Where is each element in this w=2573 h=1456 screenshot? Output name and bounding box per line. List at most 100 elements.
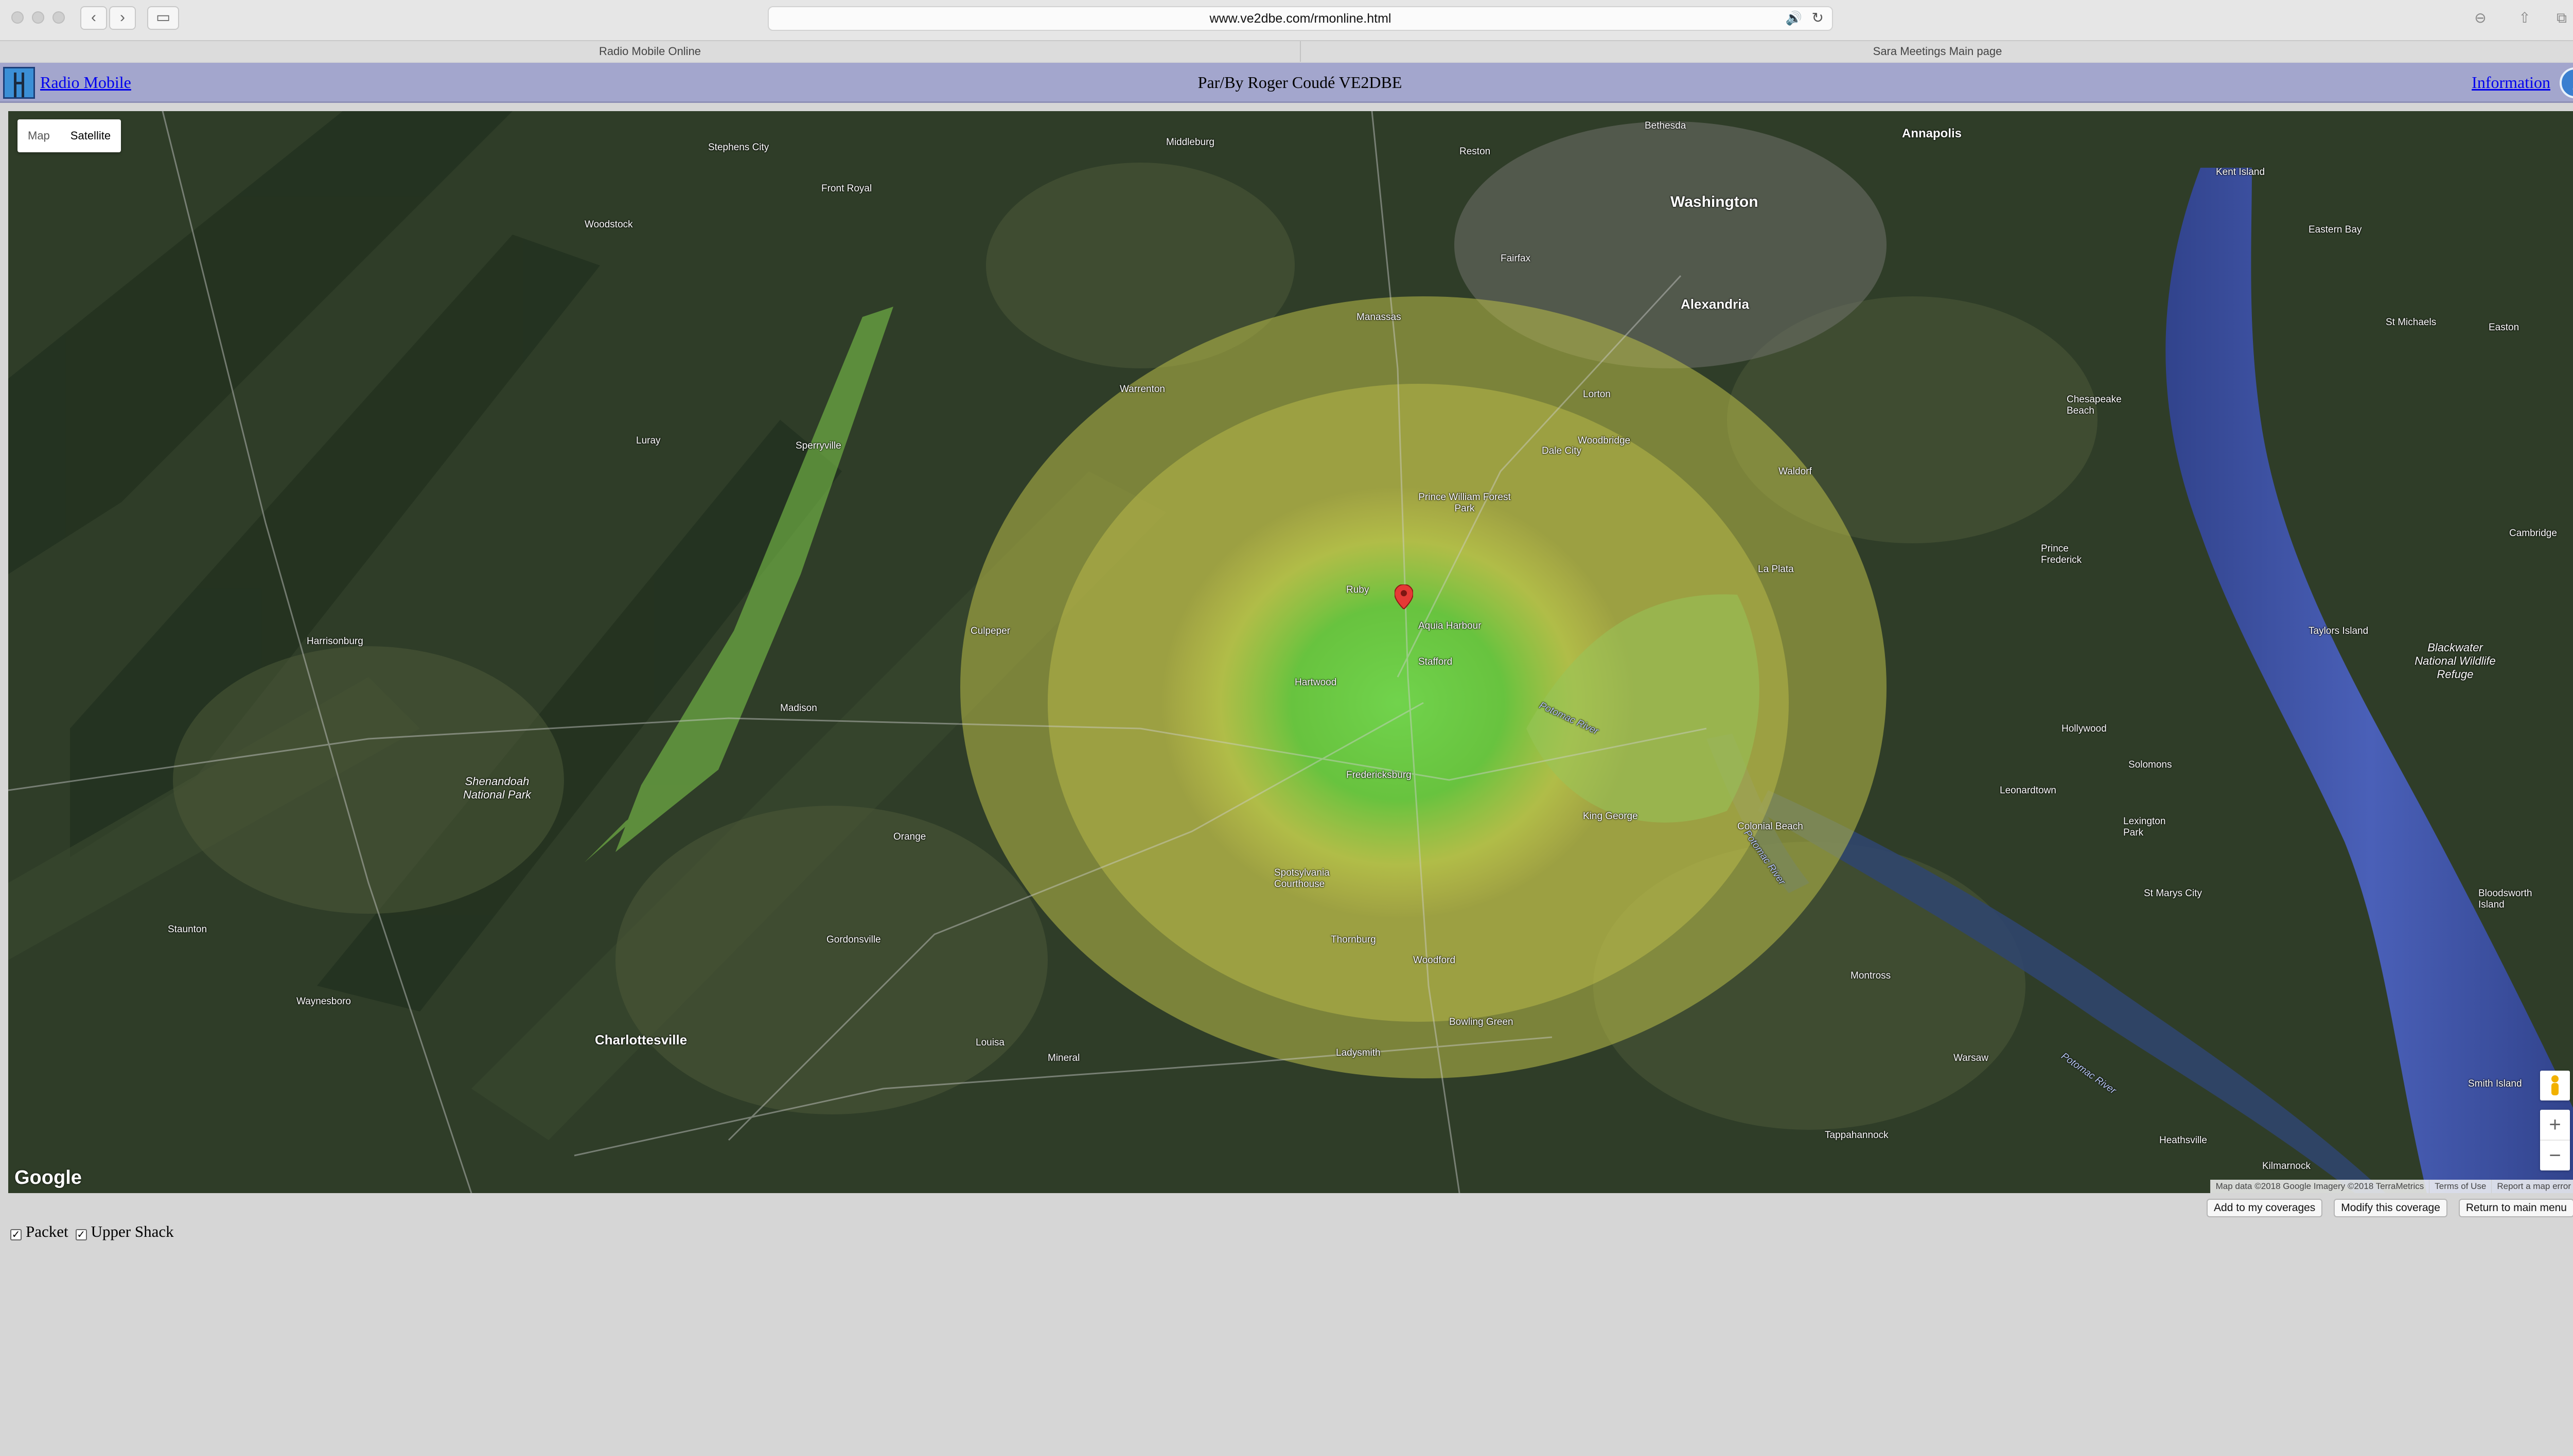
radio-mobile-link[interactable]: Radio Mobile [40, 73, 131, 92]
place-label: Reston [1459, 146, 1491, 157]
map-type-map-button[interactable]: Map [17, 119, 60, 152]
coverage-layers: ✓ Packet ✓ Upper Shack [10, 1222, 174, 1241]
chevron-right-icon: › [120, 9, 125, 26]
back-button[interactable]: ‹ [80, 6, 107, 30]
place-label: St Marys City [2144, 888, 2202, 899]
place-label: La Plata [1758, 564, 1794, 575]
map-attribution: Map data ©2018 Google Imagery ©2018 Terr… [2210, 1180, 2573, 1193]
place-label: Bloodsworth Island [2478, 888, 2532, 910]
tab-overview-icon[interactable]: ⧉ [2550, 7, 2573, 29]
place-label: St Michaels [2386, 317, 2437, 328]
zoom-in-button[interactable]: + [2540, 1110, 2570, 1140]
information-link[interactable]: Information [2472, 73, 2550, 92]
tab-radio-mobile-online[interactable]: Radio Mobile Online [0, 41, 1301, 62]
browser-toolbar: ‹ › ▭ www.ve2dbe.com/rmonline.html 🔊 ↻ ⊖… [0, 0, 2573, 62]
place-label: Middleburg [1166, 137, 1214, 148]
place-label: Taylors Island [2308, 626, 2369, 636]
sidebar-icon: ▭ [155, 9, 171, 26]
place-label: Warrenton [1120, 384, 1165, 395]
place-label: Thornburg [1331, 934, 1376, 945]
place-label: Tappahannock [1825, 1130, 1889, 1141]
add-to-my-coverages-button[interactable]: Add to my coverages [2207, 1199, 2323, 1217]
terms-of-use-link[interactable]: Terms of Use [2429, 1180, 2491, 1193]
place-label: Smith Island [2468, 1078, 2522, 1089]
place-label: Fredericksburg [1346, 770, 1412, 780]
address-bar[interactable]: www.ve2dbe.com/rmonline.html 🔊 ↻ [768, 6, 1833, 31]
tab-bar: Radio Mobile Online Sara Meetings Main p… [0, 40, 2573, 62]
zoom-out-button[interactable]: − [2540, 1140, 2570, 1169]
sidebar-button[interactable]: ▭ [147, 6, 179, 30]
layer-packet[interactable]: ✓ Packet [10, 1222, 68, 1241]
place-label: Waldorf [1778, 466, 1812, 477]
tab-sara-meetings[interactable]: Sara Meetings Main page [1302, 41, 2573, 62]
place-label: Kilmarnock [2262, 1161, 2311, 1171]
radio-tower-logo[interactable] [3, 67, 35, 99]
report-map-error-link[interactable]: Report a map error [2491, 1180, 2573, 1193]
tower-icon [14, 73, 24, 97]
forward-button[interactable]: › [109, 6, 136, 30]
place-label: Gordonsville [826, 934, 881, 945]
modify-coverage-button[interactable]: Modify this coverage [2334, 1199, 2447, 1217]
map-type-control: Map Satellite [17, 119, 121, 152]
page-author: Par/By Roger Coudé VE2DBE [1197, 73, 1402, 92]
place-label: Heathsville [2159, 1135, 2207, 1146]
coverage-map[interactable]: Map Satellite Washington Alexandria Rest… [8, 111, 2573, 1193]
information-icon[interactable]: i [2560, 67, 2573, 98]
place-label: Ladysmith [1336, 1047, 1381, 1058]
place-label: Woodbridge [1578, 435, 1631, 446]
place-label: Hollywood [2061, 723, 2107, 734]
zoom-window-icon[interactable] [52, 11, 65, 24]
layer-label: Upper Shack [91, 1222, 174, 1240]
page-header: Radio Mobile Par/By Roger Coudé VE2DBE I… [0, 63, 2573, 103]
place-label: Colonial Beach [1737, 821, 1803, 832]
place-label: King George [1583, 811, 1638, 822]
downloads-icon[interactable]: ⊖ [2469, 7, 2492, 29]
map-data-credit: Map data ©2018 Google Imagery ©2018 Terr… [2210, 1180, 2429, 1193]
place-label: Louisa [976, 1037, 1004, 1048]
park-label: Prince William Forest Park [1418, 492, 1511, 514]
park-label: Blackwater National Wildlife Refuge [2415, 641, 2496, 681]
map-type-satellite-button[interactable]: Satellite [60, 119, 121, 152]
place-label: Woodstock [585, 219, 633, 230]
place-label: Solomons [2128, 759, 2172, 770]
place-label: Aquia Harbour [1418, 620, 1482, 631]
checkbox-upper-shack[interactable]: ✓ [75, 1229, 87, 1240]
reload-icon[interactable]: ↻ [1812, 9, 1824, 26]
place-label: Easton [2489, 322, 2519, 333]
zoom-control: + − [2540, 1110, 2570, 1170]
place-label: Bethesda [1645, 120, 1686, 131]
place-label: Leonardtown [2000, 785, 2056, 796]
place-label: Stephens City [708, 142, 769, 153]
place-label: Hartwood [1295, 677, 1337, 688]
place-label: Lorton [1583, 389, 1611, 400]
place-label: Charlottesville [595, 1032, 688, 1047]
place-label: Cambridge [2509, 528, 2557, 539]
coverage-actions: Add to my coverages Modify this coverage… [2207, 1199, 2573, 1217]
checkbox-packet[interactable]: ✓ [10, 1229, 22, 1240]
place-label: Mineral [1048, 1053, 1080, 1063]
place-label: Chesapeake Beach [2067, 394, 2122, 416]
place-label: Lexington Park [2123, 816, 2166, 838]
place-label: Manassas [1356, 312, 1401, 323]
chevron-left-icon: ‹ [91, 9, 96, 26]
speaker-icon[interactable]: 🔊 [1786, 10, 1802, 26]
park-label: Shenandoah National Park [463, 775, 532, 801]
place-label: Harrisonburg [307, 636, 363, 647]
layer-upper-shack[interactable]: ✓ Upper Shack [75, 1222, 174, 1241]
close-window-icon[interactable] [11, 11, 24, 24]
place-label: Eastern Bay [2308, 224, 2362, 235]
place-label: Ruby [1346, 584, 1369, 595]
place-label: Kent Island [2216, 167, 2265, 177]
place-label: Front Royal [821, 183, 872, 194]
place-label: Fairfax [1501, 253, 1531, 264]
transmitter-marker-icon[interactable] [1395, 584, 1413, 609]
share-icon[interactable]: ⇧ [2513, 7, 2536, 29]
place-label: Woodford [1413, 955, 1456, 966]
tab-title: Radio Mobile Online [598, 45, 701, 58]
place-label: Prince Frederick [2041, 543, 2082, 565]
place-label: Madison [780, 703, 817, 714]
return-to-main-menu-button[interactable]: Return to main menu [2458, 1199, 2573, 1217]
minimize-window-icon[interactable] [32, 11, 44, 24]
place-label: Annapolis [1902, 127, 1962, 140]
street-view-pegman-icon[interactable] [2540, 1071, 2570, 1100]
